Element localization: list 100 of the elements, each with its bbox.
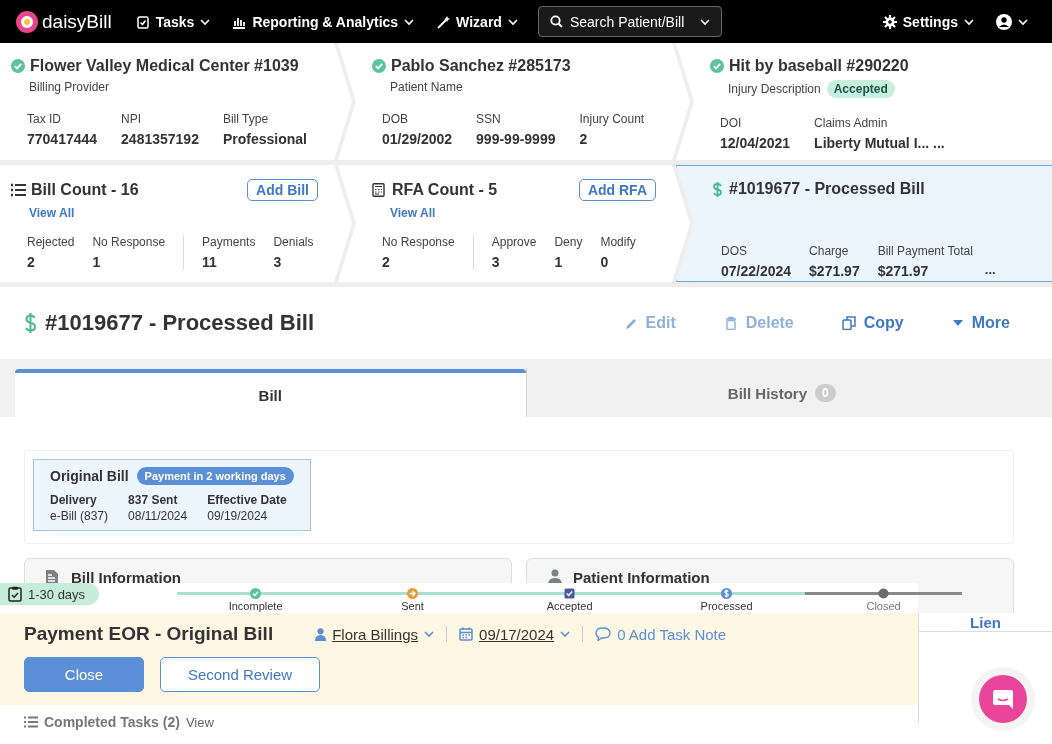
card-title: RFA Count - 5 [392,181,498,199]
dollar-icon [711,181,724,197]
brand-name[interactable]: daisyBill [42,10,112,33]
field-label: Approve [491,235,537,249]
field-value: 08/11/2024 [128,509,188,523]
due-date-dropdown[interactable]: 09/17/2024 [459,625,571,643]
field-value: 999-99-9999 [476,131,556,147]
card-title: Pablo Sanchez #285173 [391,57,571,75]
field-label: DOB [382,112,409,126]
magic-wand-icon [436,14,451,29]
search-field[interactable]: Search Patient/Bill [537,6,722,37]
search-icon [549,15,563,28]
field-label: Deny [554,235,583,249]
panel-title: Bill Information [71,569,181,586]
step-label: Accepted [546,600,593,612]
pencil-icon [623,316,638,330]
field-label: Injury Count [579,112,645,126]
task-button[interactable]: Second Review [160,657,320,692]
view-all-link[interactable]: View All [29,206,75,220]
dot-icon [878,588,890,599]
field-label: No Response [92,235,166,249]
caret-icon [404,17,415,26]
card-subtitle: Injury Description [728,82,821,96]
step-label: Closed [866,600,901,612]
field-value: 2 [382,254,391,270]
caret-icon [699,18,710,26]
document-icon [45,569,61,585]
field-value: 3 [273,254,283,270]
age-badge: 1-30 days [0,583,100,605]
field-value: Professional [222,131,307,147]
field-value: 11 [202,254,218,270]
card-subtitle: Patient Name [390,80,463,94]
panel-title: Patient Information [573,569,710,586]
field-label: Delivery [50,493,98,507]
list-icon [24,716,38,728]
tab[interactable]: Bill [15,369,526,417]
caret-icon [560,630,571,638]
user-icon [996,13,1012,30]
caret-icon [1018,17,1028,26]
field-value: 1 [92,254,102,270]
action-button[interactable]: Copy [823,310,922,336]
task-button[interactable]: Close [24,657,144,692]
field-value: 01/29/2002 [382,131,453,147]
page-title: #1019677 - Processed Bill [45,310,315,336]
status-badge: Accepted [826,80,895,98]
checkbox-icon [564,588,576,599]
field-label: Rejected [27,235,75,249]
view-all-link[interactable]: View All [390,206,436,220]
field-value: 770417444 [27,131,98,147]
card-title: Original Bill [50,468,129,484]
field-value: Liberty Mutual I... ... [814,135,945,151]
calendar-icon [459,627,474,641]
field-value: 2481357192 [121,131,199,147]
nav-menu[interactable]: Reporting & Analytics [224,13,423,30]
caret-icon [200,17,211,26]
assignee-dropdown[interactable]: Flora Billings [315,625,435,643]
add-button[interactable]: Add Bill [247,179,318,201]
status-badge: Payment in 2 working days [136,467,294,485]
dollar-circle-icon [721,588,733,599]
check-circle-icon [250,588,262,599]
caret-icon [507,17,518,26]
more-text: ... [984,262,996,279]
field-value: 3 [491,254,501,270]
field-value: $271.97 [809,263,860,279]
caret-icon [424,630,435,638]
card-title: Hit by baseball #290220 [729,57,909,75]
field-label: 837 Sent [128,493,179,507]
field-label: Bill Payment Total [877,244,973,258]
action-button[interactable]: More [933,310,1028,336]
chat-icon [992,688,1014,710]
field-label: Charge [809,244,850,258]
copy-icon [841,316,856,330]
field-label: Modify [600,235,636,249]
card-subtitle: Billing Provider [29,80,110,94]
field-label: Tax ID [27,112,62,126]
field-label: Claims Admin [814,116,889,130]
nav-menu[interactable]: Tasks [127,13,219,30]
field-label: Bill Type [222,112,270,126]
field-value: 0 [600,254,610,270]
field-value: 1 [554,254,564,270]
field-label: Effective Date [207,493,287,507]
field-value: 2 [27,254,36,270]
clipboard-check-icon [8,586,22,602]
field-value: $271.97 [877,263,930,279]
view-link[interactable]: View [185,714,214,730]
calculator-icon [372,182,387,198]
nav-menu[interactable]: Wizard [428,13,526,30]
arrow-circle-icon [407,588,419,599]
add-button[interactable]: Add RFA [578,179,656,201]
settings-menu[interactable]: Settings [874,13,982,30]
field-label: NPI [121,112,143,126]
caret-icon [964,17,974,26]
count-card[interactable]: #1019677 - Processed Bill DOS 07/22/2024 Charge $271.97 Bill Payment Total $271.97 ... [676,165,1052,282]
dollar-icon [24,313,37,333]
step-label: Incomplete [228,600,283,612]
add-task-note-button[interactable]: 0 Add Task Note [595,625,727,643]
card-title: #1019677 - Processed Bill [729,180,925,198]
settings-icon [882,14,897,29]
field-value: 09/19/2024 [207,509,269,523]
field-label: No Response [382,235,455,249]
